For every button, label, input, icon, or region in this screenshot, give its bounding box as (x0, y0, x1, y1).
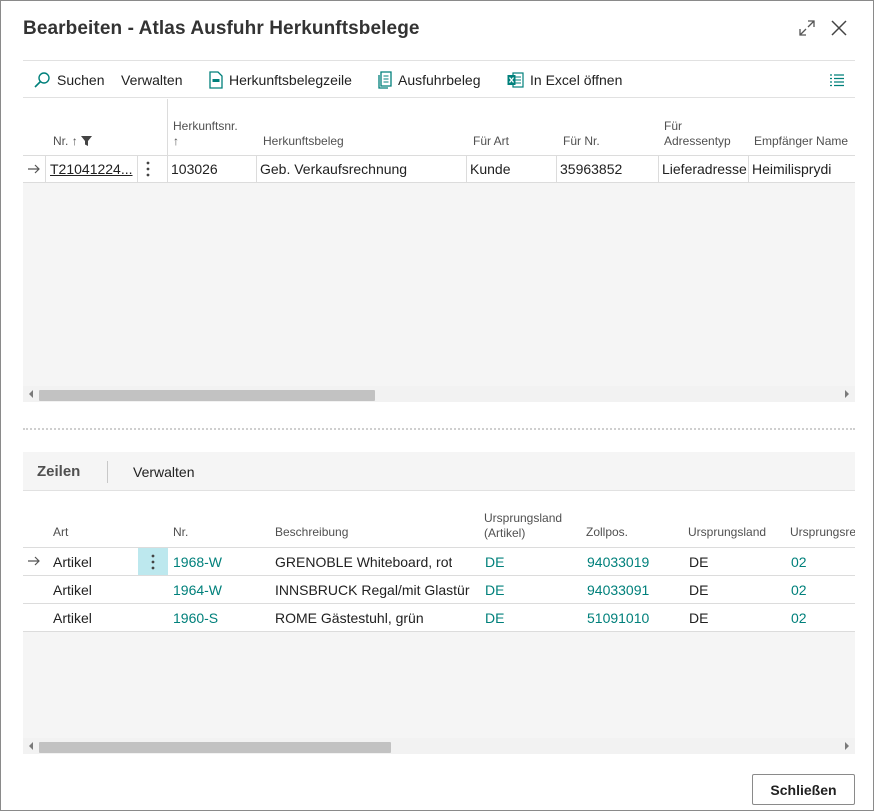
adressentyp-cell[interactable]: Lieferadresse (662, 161, 747, 177)
art-cell[interactable]: Artikel (53, 582, 92, 598)
more-vertical-icon (146, 161, 150, 177)
manage-label: Verwalten (121, 72, 183, 88)
part-divider[interactable] (23, 428, 855, 430)
col-ursprungsland-header[interactable]: Ursprungsland (688, 525, 766, 540)
row-arrow-icon (28, 164, 40, 174)
list-view-button[interactable] (829, 61, 851, 99)
line-nr-link[interactable]: 1964-W (173, 582, 222, 598)
document-icon (378, 71, 392, 89)
filter-icon (81, 136, 93, 146)
ursprungsland-artikel-link[interactable]: DE (485, 582, 504, 598)
scroll-left-icon[interactable] (29, 390, 33, 398)
lines-part-header: Zeilen Verwalten (23, 452, 855, 491)
close-button[interactable] (826, 15, 852, 41)
scroll-left-icon[interactable] (29, 742, 33, 750)
table-row[interactable]: Artikel 1960-S ROME Gästestuhl, grün DE … (23, 604, 855, 631)
col-adressentyp-label-2: Adressentyp (664, 134, 731, 148)
fuer-nr-cell[interactable]: 35963852 (560, 161, 622, 177)
empfaenger-cell[interactable]: Heimilisprydi (752, 161, 852, 177)
document-line-icon (209, 71, 223, 89)
line-nr-link[interactable]: 1968-W (173, 554, 222, 570)
lines-tab[interactable]: Zeilen (37, 463, 80, 480)
col-ursprungsregion-header[interactable]: Ursprungsre (790, 525, 855, 540)
header-horizontal-scrollbar[interactable] (23, 386, 855, 402)
ursprungsland-cell[interactable]: DE (689, 610, 708, 626)
col-beschreibung-header[interactable]: Beschreibung (275, 525, 348, 540)
herkunftsbeleg-cell[interactable]: Geb. Verkaufsrechnung (260, 161, 407, 177)
action-bar: Suchen Verwalten Herkunftsbelegzeile Aus… (23, 60, 855, 98)
col-nr-header[interactable]: Nr. ↑ (53, 134, 93, 149)
line-nr-link[interactable]: 1960-S (173, 610, 218, 626)
scroll-thumb[interactable] (39, 742, 391, 753)
beschreibung-cell[interactable]: ROME Gästestuhl, grün (275, 610, 424, 626)
header-nr-link[interactable]: T21041224... (50, 161, 134, 177)
col-adressentyp-label-1: Für (664, 119, 682, 133)
col-nr-label: Nr. (53, 134, 69, 148)
beschreibung-cell[interactable]: INNSBRUCK Regal/mit Glastür (275, 582, 470, 598)
ursprungsregion-link[interactable]: 02 (791, 582, 807, 598)
export-doc-label: Ausfuhrbeleg (398, 72, 481, 88)
col-adressentyp-header[interactable]: Für Adressentyp (664, 119, 731, 149)
scroll-right-icon[interactable] (845, 742, 849, 750)
col-zollpos-header[interactable]: Zollpos. (586, 525, 628, 540)
scroll-right-icon[interactable] (845, 390, 849, 398)
col-ursprungsland-artikel-label-1: Ursprungsland (484, 511, 563, 525)
lines-horizontal-scrollbar[interactable] (23, 738, 855, 754)
source-line-button[interactable]: Herkunftsbelegzeile (209, 61, 352, 99)
art-cell[interactable]: Artikel (53, 554, 92, 570)
col-herkunftsnr-header[interactable]: Herkunftsnr. ↑ (173, 119, 238, 149)
col-ursprungsland-artikel-label-2: (Artikel) (484, 526, 526, 540)
ursprungsregion-link[interactable]: 02 (791, 610, 807, 626)
zollpos-link[interactable]: 51091010 (587, 610, 649, 626)
expand-icon (799, 20, 815, 36)
list-icon (830, 74, 844, 87)
ursprungsregion-link[interactable]: 02 (791, 554, 807, 570)
ursprungsland-cell[interactable]: DE (689, 554, 708, 570)
excel-icon (507, 72, 524, 88)
col-empfaenger-header[interactable]: Empfänger Name (754, 134, 848, 149)
col-herkunftsbeleg-header[interactable]: Herkunftsbeleg (263, 134, 344, 149)
table-row[interactable]: T21041224... 103026 Geb. Verkaufsrechnun… (23, 156, 855, 182)
search-button[interactable]: Suchen (33, 61, 104, 99)
more-vertical-icon (151, 554, 155, 569)
zollpos-link[interactable]: 94033091 (587, 582, 649, 598)
close-icon (831, 20, 847, 36)
col-art-header[interactable]: Art (53, 525, 68, 540)
art-cell[interactable]: Artikel (53, 610, 92, 626)
row-arrow-icon (28, 556, 40, 566)
close-dialog-button[interactable]: Schließen (752, 774, 855, 805)
dialog: Bearbeiten - Atlas Ausfuhr Herkunftsbele… (0, 0, 874, 811)
excel-label: In Excel öffnen (530, 72, 623, 88)
dialog-title: Bearbeiten - Atlas Ausfuhr Herkunftsbele… (23, 18, 420, 39)
header-grid: Nr. ↑ Herkunftsnr. ↑ Herkunftsbeleg Für … (23, 99, 855, 386)
col-herkunftsnr-label: Herkunftsnr. (173, 119, 238, 133)
zollpos-link[interactable]: 94033019 (587, 554, 649, 570)
table-row[interactable]: Artikel 1968-W GRENOBLE Whiteboard, rot … (23, 548, 855, 575)
row-menu-button[interactable] (145, 160, 151, 183)
open-in-excel-button[interactable]: In Excel öffnen (507, 61, 622, 99)
beschreibung-cell[interactable]: GRENOBLE Whiteboard, rot (275, 554, 452, 570)
expand-button[interactable] (794, 15, 820, 41)
search-label: Suchen (57, 72, 105, 88)
manage-menu[interactable]: Verwalten (121, 61, 182, 99)
source-line-label: Herkunftsbelegzeile (229, 72, 352, 88)
lines-manage-menu[interactable]: Verwalten (133, 464, 194, 480)
sort-arrow-icon: ↑ (71, 134, 78, 148)
sort-arrow-icon: ↑ (173, 134, 179, 148)
export-doc-button[interactable]: Ausfuhrbeleg (378, 61, 481, 99)
col-ursprungsland-artikel-header[interactable]: Ursprungsland (Artikel) (484, 511, 562, 541)
scroll-thumb[interactable] (39, 390, 375, 401)
ursprungsland-artikel-link[interactable]: DE (485, 610, 504, 626)
lines-grid: Art Nr. Beschreibung Ursprungsland (Arti… (23, 491, 855, 738)
col-fuer-nr-header[interactable]: Für Nr. (563, 134, 600, 149)
row-menu-button[interactable] (138, 548, 168, 575)
col-line-nr-header[interactable]: Nr. (173, 525, 188, 540)
ursprungsland-artikel-link[interactable]: DE (485, 554, 504, 570)
ursprungsland-cell[interactable]: DE (689, 582, 708, 598)
table-row[interactable]: Artikel 1964-W INNSBRUCK Regal/mit Glast… (23, 576, 855, 603)
herkunftsnr-cell[interactable]: 103026 (171, 161, 218, 177)
fuer-art-cell[interactable]: Kunde (470, 161, 510, 177)
search-icon (34, 72, 50, 88)
col-fuer-art-header[interactable]: Für Art (473, 134, 509, 149)
